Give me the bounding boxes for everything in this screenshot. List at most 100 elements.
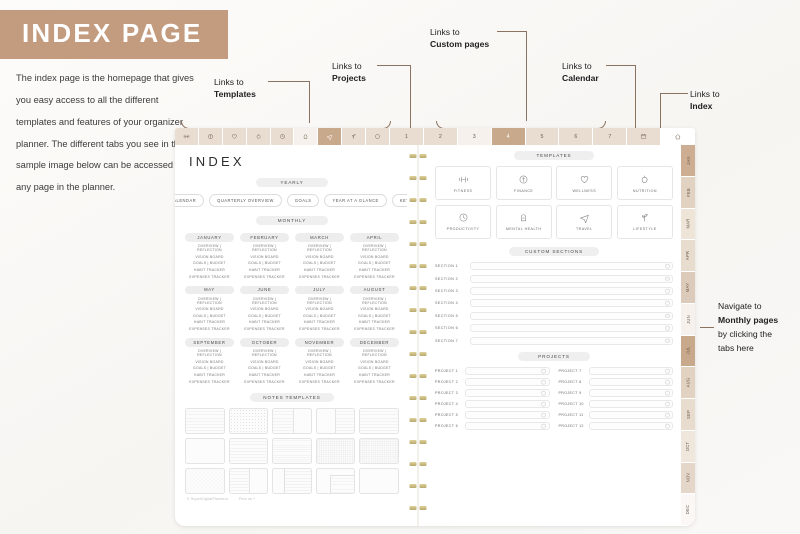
month-link[interactable]: VISION BOARD [350, 360, 399, 364]
project-input[interactable] [588, 388, 673, 397]
month-link[interactable]: VISION BOARD [185, 360, 234, 364]
month-link[interactable]: HABIT TRACKER [295, 268, 344, 272]
note-template-thumb[interactable] [185, 408, 225, 434]
note-template-thumb[interactable] [228, 438, 269, 464]
tab-mental-health[interactable] [294, 128, 319, 145]
month-link[interactable]: OVERVIEW | REFLECTION [240, 349, 289, 357]
note-template-thumb[interactable] [228, 408, 269, 434]
yearly-link-quarterly[interactable]: QUARTERLY OVERVIEW [209, 194, 282, 207]
note-template-thumb[interactable] [359, 438, 399, 464]
month-link[interactable]: EXPENSES TRACKER [240, 275, 289, 279]
month-tab-nov[interactable]: NOV [681, 462, 695, 495]
month-block[interactable]: AUGUST OVERVIEW | REFLECTION VISION BOARD G… [350, 285, 399, 331]
tab-wellness[interactable] [222, 128, 247, 145]
note-template-thumb[interactable] [272, 408, 312, 434]
tab-page-3[interactable]: 3 [457, 128, 492, 145]
month-block[interactable]: APRIL OVERVIEW | REFLECTION VISION BOARD GO… [350, 232, 399, 279]
note-template-thumb[interactable] [185, 468, 225, 494]
month-tab-dec[interactable]: DEC [681, 494, 695, 526]
tab-travel[interactable] [318, 128, 343, 145]
tab-page-4[interactable]: 4 [491, 128, 526, 145]
month-link[interactable]: GOALS | BUDGET [350, 261, 399, 265]
month-link[interactable]: EXPENSES TRACKER [295, 275, 344, 279]
tab-productivity[interactable] [270, 128, 295, 145]
project-input[interactable] [588, 421, 673, 430]
custom-section-input[interactable] [470, 311, 673, 320]
month-link[interactable]: GOALS | BUDGET [295, 366, 344, 370]
month-link[interactable]: HABIT TRACKER [350, 373, 399, 377]
month-tab-jun[interactable]: JUN [681, 303, 695, 336]
month-block[interactable]: JUNE OVERVIEW | REFLECTION VISION BOARD GOA… [240, 285, 289, 331]
note-template-thumb[interactable] [272, 438, 312, 464]
yearly-link-keydates[interactable]: KEY DATES [391, 194, 407, 207]
template-card-mental-health[interactable]: MENTAL HEALTH [495, 204, 552, 239]
yearly-link-calendar[interactable]: 2025 CALENDAR [175, 194, 205, 207]
month-link[interactable]: GOALS | BUDGET [185, 366, 234, 370]
note-template-thumb[interactable] [359, 468, 399, 494]
template-card-finance[interactable]: FINANCE [495, 166, 552, 201]
month-link[interactable]: EXPENSES TRACKER [295, 327, 344, 331]
custom-section-input[interactable] [470, 336, 673, 345]
project-input[interactable] [588, 377, 673, 386]
month-link[interactable]: OVERVIEW | REFLECTION [295, 244, 344, 252]
yearly-link-glance[interactable]: YEAR AT A GLANCE [324, 194, 387, 207]
template-card-wellness[interactable]: WELLNESS [556, 166, 613, 201]
month-block[interactable]: MAY OVERVIEW | REFLECTION VISION BOARD GOAL… [185, 285, 234, 331]
month-tab-aug[interactable]: AUG [681, 367, 695, 399]
month-link[interactable]: GOALS | BUDGET [240, 261, 289, 265]
month-block[interactable]: DECEMBER OVERVIEW | REFLECTION VISION BOAR… [350, 338, 399, 384]
note-template-thumb[interactable] [315, 438, 356, 464]
note-template-thumb[interactable] [185, 438, 225, 464]
month-tab-oct[interactable]: OCT [681, 430, 695, 463]
month-link[interactable]: HABIT TRACKER [350, 320, 399, 324]
month-tab-sep[interactable]: SEP [681, 399, 695, 431]
tab-fitness[interactable] [175, 128, 199, 145]
month-link[interactable]: OVERVIEW | REFLECTION [185, 349, 234, 357]
tab-index-home[interactable] [661, 128, 695, 145]
month-link[interactable]: GOALS | BUDGET [240, 314, 289, 318]
month-block[interactable]: OCTOBER OVERVIEW | REFLECTION VISION BOARD… [240, 338, 289, 384]
month-tab-jul[interactable]: JUL [681, 335, 695, 368]
tab-page-1[interactable]: 1 [390, 128, 424, 145]
month-link[interactable]: EXPENSES TRACKER [185, 327, 234, 331]
project-input[interactable] [588, 366, 673, 375]
template-card-lifestyle[interactable]: LIFESTYLE [616, 204, 673, 239]
month-link[interactable]: HABIT TRACKER [185, 268, 234, 272]
month-block[interactable]: FEBRUARY OVERVIEW | REFLECTION VISION BOAR… [240, 232, 289, 279]
month-link[interactable]: GOALS | BUDGET [295, 314, 344, 318]
month-link[interactable]: VISION BOARD [240, 307, 289, 311]
note-template-thumb[interactable] [315, 408, 356, 434]
month-link[interactable]: HABIT TRACKER [185, 373, 234, 377]
note-template-thumb[interactable] [272, 468, 312, 494]
month-link[interactable]: OVERVIEW | REFLECTION [185, 297, 234, 305]
month-link[interactable]: OVERVIEW | REFLECTION [350, 244, 399, 252]
project-input[interactable] [465, 421, 550, 430]
tab-page-7[interactable]: 7 [593, 128, 628, 145]
month-link[interactable]: EXPENSES TRACKER [350, 380, 399, 384]
custom-section-input[interactable] [470, 324, 673, 333]
month-link[interactable]: VISION BOARD [350, 307, 399, 311]
project-input[interactable] [465, 399, 550, 408]
tab-page-5[interactable]: 5 [525, 128, 560, 145]
month-block[interactable]: MARCH OVERVIEW | REFLECTION VISION BOARD GO… [295, 232, 344, 279]
month-block[interactable]: JULY OVERVIEW | REFLECTION VISION BOARD GOA… [295, 285, 344, 331]
month-link[interactable]: HABIT TRACKER [240, 268, 289, 272]
month-link[interactable]: GOALS | BUDGET [350, 314, 399, 318]
month-link[interactable]: VISION BOARD [240, 255, 289, 259]
month-tab-may[interactable]: MAY [681, 272, 695, 304]
note-template-thumb[interactable] [359, 408, 399, 434]
template-card-fitness[interactable]: FITNESS [435, 166, 492, 201]
tab-page-2[interactable]: 2 [423, 128, 458, 145]
month-link[interactable]: VISION BOARD [350, 255, 399, 259]
month-tab-feb[interactable]: FEB [681, 176, 695, 209]
month-block[interactable]: SEPTEMBER OVERVIEW | REFLECTION VISION BOA… [185, 338, 234, 384]
month-link[interactable]: EXPENSES TRACKER [240, 327, 289, 331]
project-input[interactable] [465, 366, 550, 375]
project-input[interactable] [465, 388, 550, 397]
note-template-thumb[interactable] [315, 468, 356, 494]
month-link[interactable]: HABIT TRACKER [350, 268, 399, 272]
month-link[interactable]: GOALS | BUDGET [350, 366, 399, 370]
month-link[interactable]: VISION BOARD [295, 255, 344, 259]
month-link[interactable]: GOALS | BUDGET [185, 261, 234, 265]
month-tab-apr[interactable]: APR [681, 240, 695, 272]
